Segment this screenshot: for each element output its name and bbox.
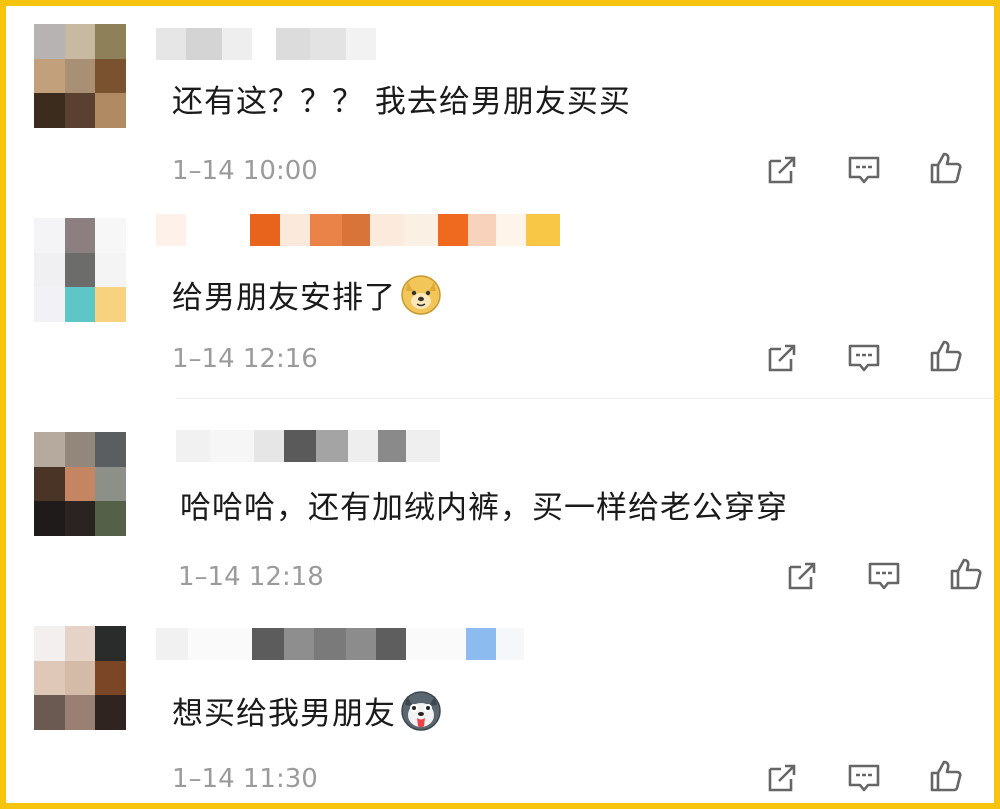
avatar[interactable] — [34, 218, 126, 322]
comment-time: 1–14 12:16 — [172, 344, 318, 374]
comment-time: 1–14 12:18 — [178, 562, 324, 592]
comment-text-content: 给男朋友安排了 — [172, 280, 396, 316]
comment-time: 1–14 11:30 — [172, 764, 318, 794]
comment-text: 给男朋友安排了 — [172, 274, 442, 318]
username-pixelated[interactable] — [156, 628, 524, 660]
like-icon[interactable] — [928, 150, 964, 186]
username-pixelated[interactable] — [176, 430, 440, 462]
like-icon[interactable] — [948, 556, 984, 592]
comment-time: 1–14 10:00 — [172, 156, 318, 186]
share-icon[interactable] — [764, 152, 800, 188]
share-icon[interactable] — [764, 760, 800, 796]
comment-divider — [176, 398, 994, 399]
avatar[interactable] — [34, 626, 126, 730]
share-icon[interactable] — [764, 340, 800, 376]
comment-text: 哈哈哈，还有加绒内裤，买一样给老公穿穿 — [180, 490, 788, 526]
like-icon[interactable] — [928, 338, 964, 374]
husky-tongue-icon — [400, 690, 442, 732]
reply-icon[interactable] — [866, 558, 902, 594]
comment-text: 还有这？？？ 我去给男朋友买买 — [172, 84, 631, 120]
reply-icon[interactable] — [846, 340, 882, 376]
comment-text: 想买给我男朋友 — [172, 690, 442, 734]
avatar[interactable] — [34, 24, 126, 128]
comment-text-content: 想买给我男朋友 — [172, 696, 396, 732]
avatar[interactable] — [34, 432, 126, 536]
username-pixelated[interactable] — [156, 28, 376, 60]
like-icon[interactable] — [928, 758, 964, 794]
username-pixelated[interactable] — [156, 214, 560, 246]
comment-list: 还有这？？？ 我去给男朋友买买 1–14 10:00 给男朋友安排了 1–14 … — [0, 0, 1000, 809]
reply-icon[interactable] — [846, 760, 882, 796]
share-icon[interactable] — [784, 558, 820, 594]
reply-icon[interactable] — [846, 152, 882, 188]
doge-icon — [400, 274, 442, 316]
